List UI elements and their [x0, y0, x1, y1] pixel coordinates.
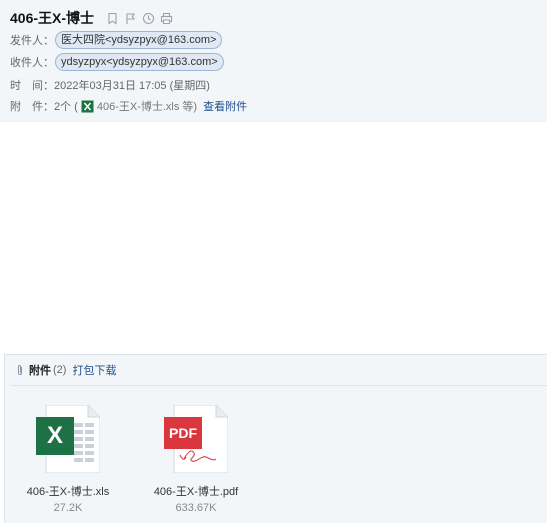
attachments-summary: 2个 ( 406-王X-博士.xls 等) 查看附件 — [54, 98, 247, 114]
recipient-chip[interactable]: ydsyzpyx<ydsyzpyx@163.com> — [55, 53, 224, 71]
attachment-file-xls[interactable]: X 406-王X-博士.xls 27.2K — [13, 404, 123, 514]
subject-row: 406-王X-博士 — [10, 8, 173, 28]
mail-subject: 406-王X-博士 — [10, 10, 95, 26]
sender-chip[interactable]: 医大四院<ydsyzpyx@163.com> — [55, 31, 223, 49]
time-row: 时 间： 2022年03月31日 17:05 (星期四) — [10, 77, 210, 93]
bookmark-icon[interactable] — [106, 12, 119, 25]
pack-download-link[interactable]: 打包下载 — [72, 362, 116, 378]
attachment-file-size: 633.67K — [175, 502, 217, 514]
attachments-row: 附 件： 2个 ( 406-王X-博士.xls 等) 查看附件 — [10, 98, 247, 114]
attachment-panel-header: 附件 (2) 打包下载 — [15, 362, 116, 378]
attachment-file-name: 406-王X-博士.pdf — [153, 486, 239, 498]
time-value: 2022年03月31日 17:05 (星期四) — [54, 80, 210, 92]
recipient-row: 收件人： ydsyzpyx<ydsyzpyx@163.com> — [10, 53, 224, 71]
attachment-panel-count: (2) — [53, 364, 67, 376]
sender-label: 发件人： — [10, 35, 54, 47]
flag-icon[interactable] — [124, 12, 137, 25]
attachment-file-pdf[interactable]: PDF 406-王X-博士.pdf 633.67K — [141, 404, 251, 514]
attachments-first-file[interactable]: 406-王X-博士.xls 等) — [97, 98, 197, 114]
paperclip-icon — [18, 364, 22, 375]
view-attachments-link[interactable]: 查看附件 — [203, 98, 247, 114]
pdf-file-icon: PDF — [164, 404, 229, 474]
pdf-badge-text: PDF — [169, 425, 197, 441]
attachment-panel-title: 附件 — [29, 365, 51, 377]
attachment-file-name: 406-王X-博士.xls — [26, 486, 110, 498]
excel-badge-letter: X — [46, 422, 63, 449]
excel-mini-icon — [81, 100, 94, 113]
attachments-count: 2个 ( — [54, 101, 78, 113]
excel-file-icon: X — [36, 404, 101, 474]
attachment-divider — [11, 385, 547, 386]
attachments-label: 附 件： — [10, 101, 54, 113]
time-label: 时 间： — [10, 80, 54, 92]
mail-header: 406-王X-博士 发件人： 医大四院<ydsyzpyx@163.com> 收件… — [0, 0, 547, 122]
recipient-label: 收件人： — [10, 57, 54, 69]
sender-row: 发件人： 医大四院<ydsyzpyx@163.com> — [10, 31, 223, 49]
clock-icon[interactable] — [142, 12, 155, 25]
header-actions — [106, 12, 173, 25]
attachment-panel: 附件 (2) 打包下载 X 406-王X-博士.xls 27.2K PDF 40… — [4, 354, 547, 523]
attachment-file-size: 27.2K — [53, 502, 83, 514]
print-icon[interactable] — [160, 12, 173, 25]
